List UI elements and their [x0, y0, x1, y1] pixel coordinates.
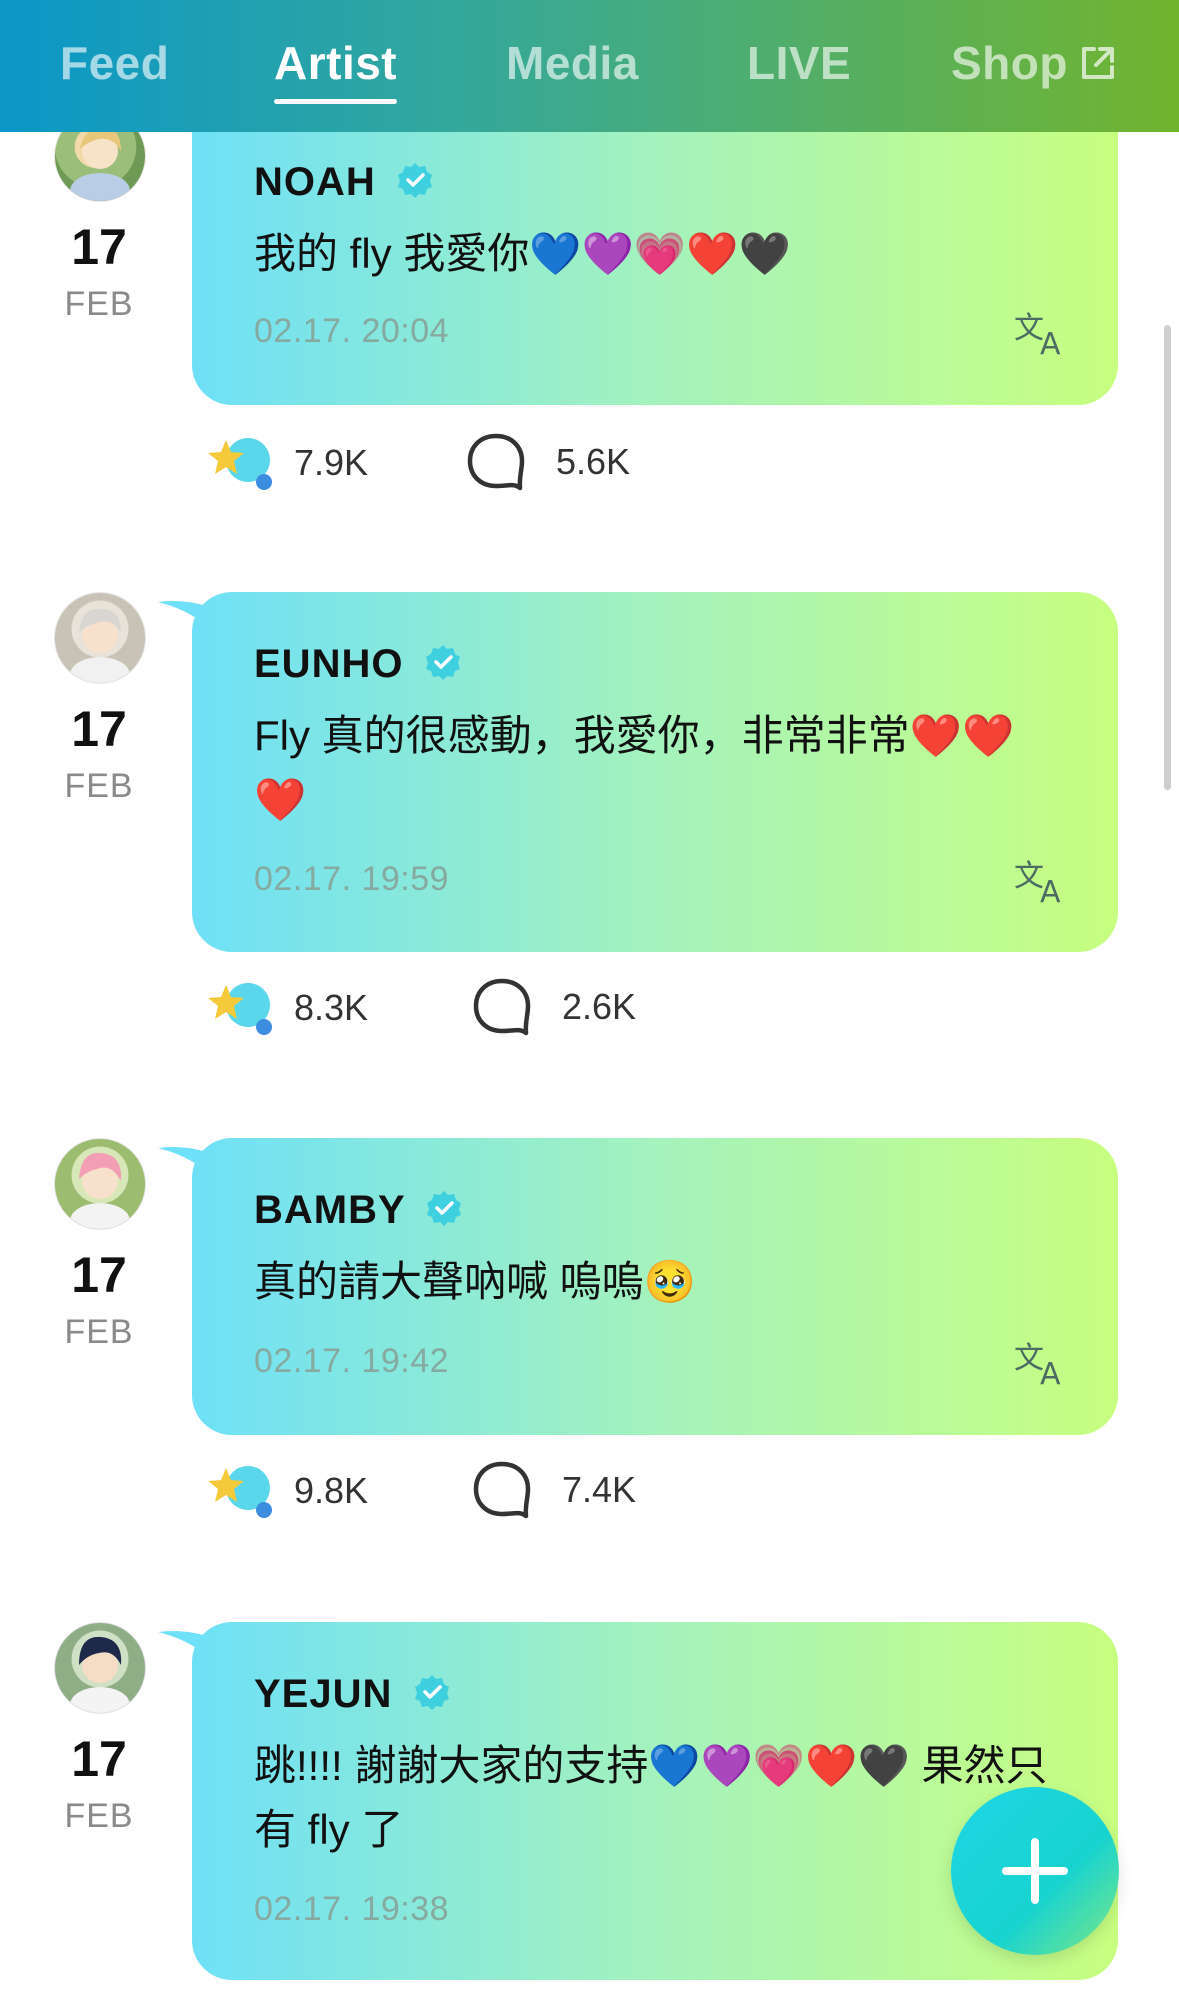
avatar-portrait	[70, 1152, 130, 1229]
avatar[interactable]	[54, 1138, 146, 1230]
post-date-day: 17	[71, 219, 127, 275]
like-stat[interactable]: 8.3K	[206, 975, 368, 1041]
post-date-day: 17	[71, 1731, 127, 1787]
tab-live[interactable]: LIVE	[747, 36, 851, 90]
verified-badge-icon	[414, 1675, 449, 1710]
post-date-month: FEB	[64, 1797, 134, 1835]
post-timestamp: 02.17. 19:59	[254, 860, 450, 898]
post-bubble[interactable]: EUNHO Fly 真的很感動，我愛你，非常非常❤️❤️❤️ 02.17. 19…	[192, 592, 1118, 952]
translate-icon[interactable]: 文 A	[1014, 308, 1074, 358]
star-pick-icon	[208, 983, 272, 1035]
tab-media[interactable]: Media	[506, 36, 639, 90]
external-link-icon	[1081, 47, 1114, 79]
post-author: YEJUN	[254, 1672, 451, 1717]
like-count: 7.9K	[294, 442, 369, 483]
post-date-month: FEB	[64, 1313, 134, 1351]
svg-text:A: A	[1040, 1357, 1061, 1388]
avatar[interactable]	[54, 1622, 146, 1714]
comment-count: 2.6K	[562, 986, 637, 1027]
author-name: EUNHO	[254, 642, 404, 686]
post-date-day: 17	[71, 1247, 127, 1303]
post-text: Fly 真的很感動，我愛你，非常非常❤️❤️❤️	[254, 712, 1015, 823]
comment-count: 5.6K	[556, 441, 631, 482]
tab-artist[interactable]: Artist	[274, 36, 398, 104]
star-pick-icon	[208, 1466, 272, 1518]
post-text: 真的請大聲吶喊 嗚嗚🥹	[254, 1258, 696, 1305]
comment-stat[interactable]: 2.6K	[470, 975, 636, 1039]
top-navigation: Feed Artist Media LIVE Shop	[0, 0, 1179, 132]
plus-icon	[1002, 1838, 1068, 1904]
avatar-portrait	[70, 608, 130, 683]
post-text: 跳!!!! 謝謝大家的支持💙💜💗❤️🖤 果然只有 fly 了	[254, 1742, 1048, 1853]
like-count: 8.3K	[294, 987, 369, 1028]
post-bubble[interactable]: BAMBY 真的請大聲吶喊 嗚嗚🥹 02.17. 19:42 文 A	[192, 1138, 1118, 1435]
post-bubble[interactable]: NOAH 我的 fly 我愛你💙💜💗❤️🖤 02.17. 20:04 文 A	[192, 100, 1118, 405]
translate-icon[interactable]: 文 A	[1014, 1338, 1074, 1388]
post-timestamp: 02.17. 19:42	[254, 1342, 450, 1380]
tab-feed[interactable]: Feed	[60, 36, 169, 90]
post-author: EUNHO	[254, 642, 462, 687]
comment-stat[interactable]: 5.6K	[464, 430, 630, 494]
like-stat[interactable]: 9.8K	[206, 1458, 368, 1524]
verified-badge-icon	[427, 1191, 462, 1226]
tab-shop[interactable]: Shop	[951, 36, 1118, 90]
post-author: BAMBY	[254, 1188, 463, 1233]
comment-stat[interactable]: 7.4K	[470, 1458, 636, 1522]
like-stat[interactable]: 7.9K	[206, 430, 368, 496]
post-date-day: 17	[71, 701, 127, 757]
post-timestamp: 02.17. 20:04	[254, 312, 450, 350]
tab-shop-label: Shop	[951, 37, 1068, 89]
post-date-month: FEB	[64, 285, 134, 323]
like-count: 9.8K	[294, 1470, 369, 1511]
verified-badge-icon	[425, 645, 460, 680]
post-date-month: FEB	[64, 767, 134, 805]
post-author: NOAH	[254, 160, 434, 205]
comment-icon	[473, 1461, 531, 1519]
scrollbar[interactable]	[1164, 325, 1171, 790]
avatar-portrait	[70, 1636, 130, 1713]
svg-text:A: A	[1040, 875, 1061, 906]
comment-icon	[473, 978, 531, 1036]
svg-text:A: A	[1040, 327, 1061, 358]
comment-icon	[467, 433, 525, 491]
comment-count: 7.4K	[562, 1469, 637, 1510]
compose-button[interactable]	[951, 1787, 1119, 1955]
post-text: 我的 fly 我愛你💙💜💗❤️🖤	[254, 230, 791, 277]
author-name: NOAH	[254, 160, 376, 204]
avatar[interactable]	[54, 592, 146, 684]
post-timestamp: 02.17. 19:38	[254, 1890, 450, 1928]
author-name: YEJUN	[254, 1672, 393, 1716]
translate-icon[interactable]: 文 A	[1014, 856, 1074, 906]
verified-badge-icon	[397, 163, 432, 198]
star-pick-icon	[208, 438, 272, 490]
author-name: BAMBY	[254, 1188, 405, 1232]
